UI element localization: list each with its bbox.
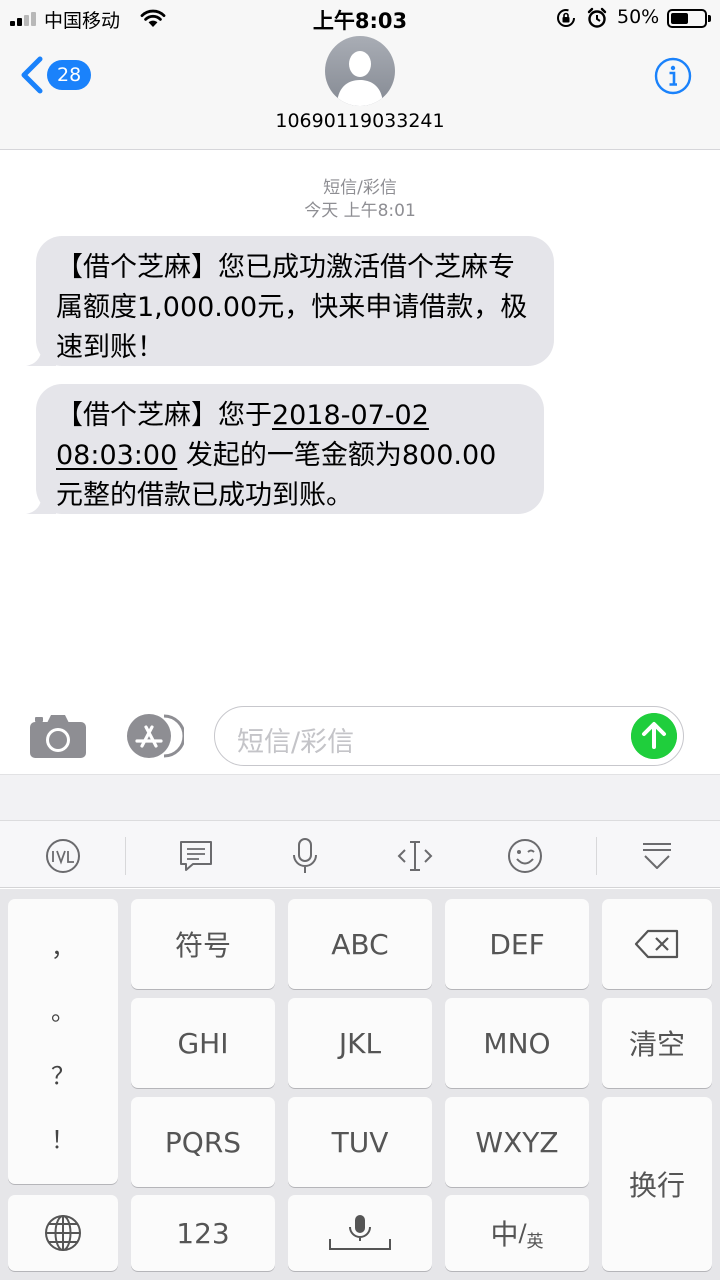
key-wxyz[interactable]: WXYZ	[445, 1097, 589, 1187]
key-def[interactable]: DEF	[445, 899, 589, 989]
back-unread-badge[interactable]: 28	[47, 60, 92, 90]
key-language[interactable]: 中 / 英	[445, 1195, 589, 1271]
collapse-keyboard-icon[interactable]	[638, 837, 676, 875]
chevron-left-icon[interactable]	[20, 56, 44, 94]
cursor-icon[interactable]	[396, 837, 434, 875]
microphone-icon[interactable]	[286, 837, 324, 875]
app-store-icon[interactable]	[122, 713, 184, 759]
emoji-icon[interactable]	[506, 837, 544, 875]
message-input[interactable]: 短信/彩信	[214, 706, 684, 766]
key-space[interactable]	[288, 1195, 432, 1271]
date-link[interactable]: 2018-07-02	[272, 400, 429, 431]
keyboard-candidate-bar	[0, 774, 720, 820]
lang-alt: 英	[526, 1231, 544, 1252]
message-text: 【借个芝麻】您已成功激活借个芝麻专属额度1,000.00元，快来申请借款，极速到…	[56, 252, 528, 363]
punct-period[interactable]: 。	[51, 992, 75, 1027]
status-time: 上午8:03	[312, 9, 408, 33]
camera-icon[interactable]	[29, 713, 87, 759]
keyboard: ， 。 ？ ！ 符号 ABC DEF GHI JKL MNO 清空 PQRS T…	[0, 889, 720, 1280]
message-bubble[interactable]: 【借个芝麻】您于2018-07-02 08:03:00 发起的一笔金额为800.…	[26, 384, 544, 514]
ifly-logo-icon[interactable]	[44, 837, 82, 875]
send-arrow-icon[interactable]	[631, 713, 677, 759]
punct-comma[interactable]: ，	[51, 928, 75, 963]
lang-separator: /	[518, 1219, 527, 1247]
key-mno[interactable]: MNO	[445, 998, 589, 1088]
message-icon[interactable]	[177, 837, 215, 875]
key-ghi[interactable]: GHI	[131, 998, 275, 1088]
message-timestamp: 今天 上午8:01	[304, 201, 416, 221]
key-123[interactable]: 123	[131, 1195, 275, 1271]
key-tuv[interactable]: TUV	[288, 1097, 432, 1187]
conversation-header: 28 10690119033241	[0, 36, 720, 150]
key-backspace[interactable]	[602, 899, 712, 989]
punct-exclamation[interactable]: ！	[51, 1120, 75, 1155]
info-icon[interactable]	[654, 57, 692, 95]
punctuation-column[interactable]: ， 。 ？ ！	[8, 899, 118, 1184]
avatar-icon[interactable]	[325, 36, 395, 106]
space-mic-icon	[329, 1215, 391, 1250]
contact-number[interactable]: 10690119033241	[0, 110, 720, 132]
keyboard-toolbar	[0, 820, 720, 888]
key-globe[interactable]	[8, 1195, 118, 1271]
key-symbols[interactable]: 符号	[131, 899, 275, 989]
lang-main: 中	[490, 1218, 519, 1251]
punct-question[interactable]: ？	[51, 1056, 75, 1091]
key-enter[interactable]: 换行	[602, 1097, 712, 1271]
backspace-icon	[634, 929, 679, 959]
rotation-lock-icon	[557, 9, 575, 27]
status-bar: 中国移动 上午8:03 50%	[0, 0, 720, 36]
key-pqrs[interactable]: PQRS	[131, 1097, 275, 1187]
key-clear[interactable]: 清空	[602, 998, 712, 1088]
message-input-placeholder: 短信/彩信	[237, 727, 355, 758]
message-type-label: 短信/彩信	[323, 178, 397, 198]
key-jkl[interactable]: JKL	[288, 998, 432, 1088]
battery-percent: 50%	[617, 6, 660, 28]
time-link[interactable]: 08:03:00	[56, 440, 177, 471]
alarm-icon	[587, 7, 607, 28]
globe-icon	[45, 1215, 81, 1251]
message-text: 【借个芝麻】您于	[56, 400, 272, 431]
message-bubble[interactable]: 【借个芝麻】您已成功激活借个芝麻专属额度1,000.00元，快来申请借款，极速到…	[26, 236, 554, 366]
key-abc[interactable]: ABC	[288, 899, 432, 989]
battery-icon	[667, 9, 711, 28]
